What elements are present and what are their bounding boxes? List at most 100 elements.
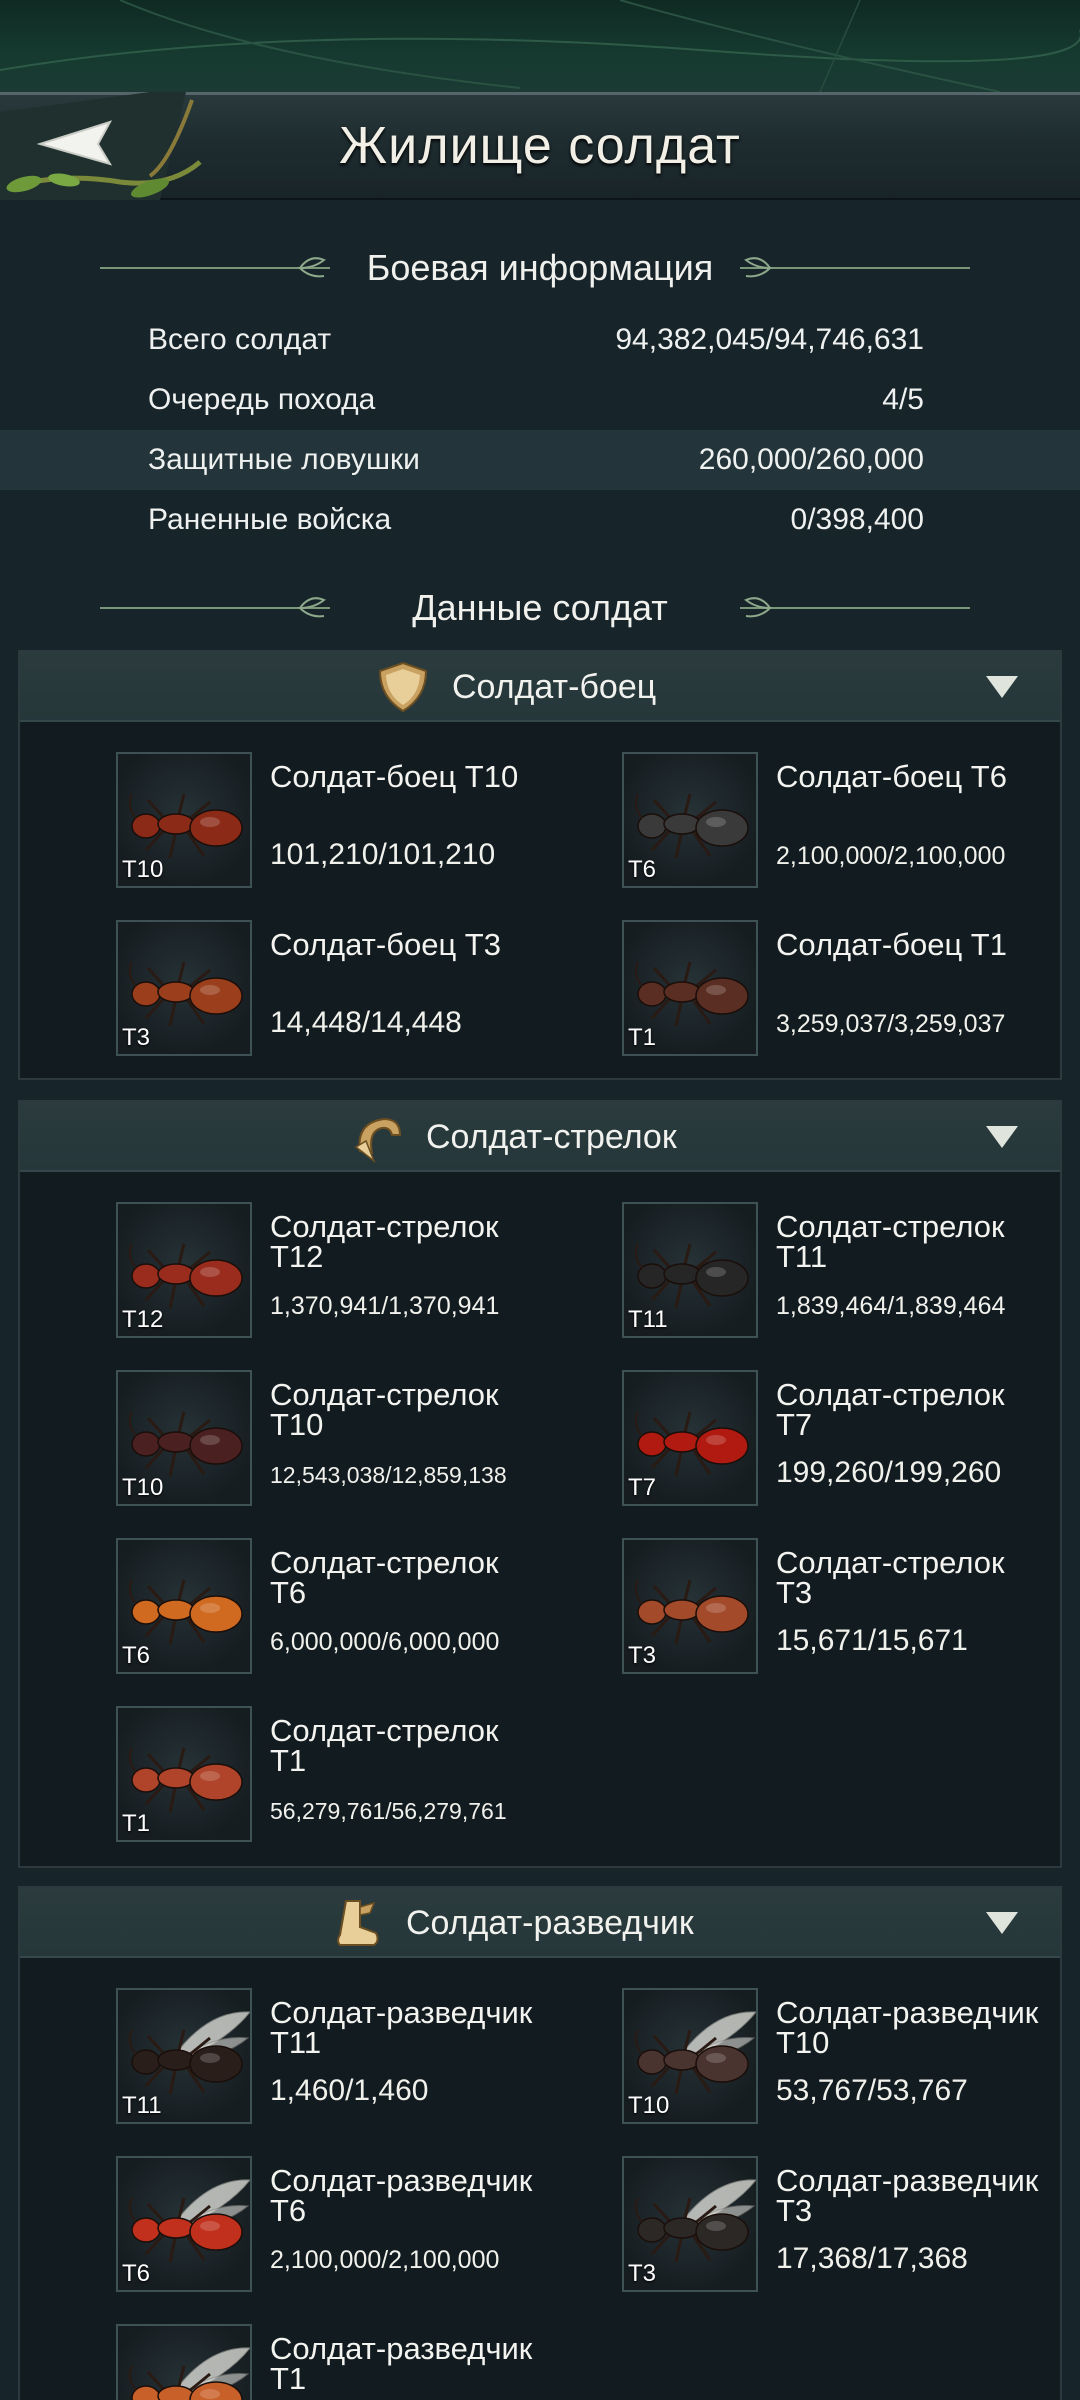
unit-count: 56,279,761/56,279,761 [270, 1798, 507, 1824]
unit-name: Солдат-стрелок Т1 [270, 1713, 499, 1778]
unit-card[interactable]: T3 Солдат-боец Т3 14,448/14,448 [20, 920, 526, 1060]
panel-shooter: Солдат-стрелок T12 Солдат-стрелок Т12 1,… [18, 1100, 1062, 1868]
unit-card[interactable]: T10 Солдат-разведчик Т10 53,767/53,767 [526, 1988, 1038, 2128]
unit-card[interactable]: T7 Солдат-стрелок Т7 199,260/199,260 [526, 1370, 1032, 1510]
chevron-down-icon[interactable] [986, 1126, 1018, 1148]
stat-value: 4/5 [882, 383, 924, 416]
panel-fighter: Солдат-боец T10 Солдат-боец Т10 101,210/… [18, 650, 1062, 1080]
unit-thumbnail: T3 [622, 1538, 758, 1674]
tier-badge: T1 [122, 1810, 151, 1837]
ornament-right-icon [740, 257, 970, 278]
unit-card[interactable]: T6 Солдат-стрелок Т6 6,000,000/6,000,000 [20, 1538, 526, 1678]
unit-card[interactable]: T1 Солдат-стрелок Т1 56,279,761/56,279,7… [20, 1706, 526, 1846]
unit-name: Солдат-разведчик Т11 [270, 1995, 533, 2060]
unit-thumbnail: T1 [116, 1706, 252, 1842]
unit-count: 3,259,037/3,259,037 [776, 1010, 1006, 1038]
unit-card[interactable]: T11 Солдат-разведчик Т11 1,460/1,460 [20, 1988, 532, 2128]
unit-card[interactable]: T3 Солдат-стрелок Т3 15,671/15,671 [526, 1538, 1032, 1678]
unit-thumbnail: T10 [116, 1370, 252, 1506]
unit-name: Солдат-разведчик Т3 [776, 2163, 1039, 2228]
stat-row-wounded: Раненные войска 0/398,400 [0, 490, 1080, 550]
unit-name: Солдат-боец Т3 [270, 927, 501, 962]
tier-badge: T6 [122, 2260, 151, 2287]
panel-title: Солдат-стрелок [426, 1118, 677, 1156]
unit-thumbnail: T6 [116, 1538, 252, 1674]
unit-thumbnail: T12 [116, 1202, 252, 1338]
unit-thumbnail: T11 [116, 1988, 252, 2124]
stat-row-total-soldiers: Всего солдат 94,382,045/94,746,631 [0, 310, 1080, 370]
shield-icon [378, 661, 428, 713]
unit-count: 6,000,000/6,000,000 [270, 1628, 500, 1656]
panel-header-shooter[interactable]: Солдат-стрелок [20, 1102, 1060, 1172]
unit-count: 15,671/15,671 [776, 1624, 968, 1657]
unit-name: Солдат-боец Т10 [270, 759, 519, 794]
tier-badge: T12 [122, 1306, 164, 1333]
panel-title: Солдат-боец [452, 668, 657, 706]
unit-count: 14,448/14,448 [270, 1006, 462, 1039]
unit-name: Солдат-стрелок Т12 [270, 1209, 499, 1274]
unit-thumbnail: T3 [116, 920, 252, 1056]
winged-ant-icon [128, 2347, 250, 2400]
unit-name: Солдат-боец Т1 [776, 927, 1007, 962]
unit-name: Солдат-стрелок Т10 [270, 1377, 499, 1442]
unit-card[interactable]: T6 Солдат-разведчик Т6 2,100,000/2,100,0… [20, 2156, 532, 2296]
panel-header-fighter[interactable]: Солдат-боец [20, 652, 1060, 722]
tier-badge: T11 [122, 2092, 162, 2119]
chevron-down-icon[interactable] [986, 1912, 1018, 1934]
unit-count: 53,767/53,767 [776, 2074, 968, 2107]
panel-header-scout[interactable]: Солдат-разведчик [20, 1888, 1060, 1958]
unit-thumbnail [116, 2324, 252, 2400]
unit-count: 1,460/1,460 [270, 2074, 429, 2107]
tier-badge: T6 [122, 1642, 151, 1669]
horn-icon [354, 1117, 402, 1163]
unit-card[interactable]: T1 Солдат-боец Т1 3,259,037/3,259,037 [526, 920, 1032, 1060]
stat-label: Очередь похода [148, 383, 376, 416]
tier-badge: T10 [122, 856, 164, 883]
stat-row-march-queue: Очередь похода 4/5 [0, 370, 1080, 430]
unit-count: 2,100,000/2,100,000 [776, 842, 1006, 870]
tier-badge: T6 [628, 856, 657, 883]
tier-badge: T3 [628, 2260, 657, 2287]
tier-badge: T10 [122, 1474, 164, 1501]
stat-value: 0/398,400 [790, 503, 924, 536]
unit-thumbnail: T6 [116, 2156, 252, 2292]
unit-count: 2,100,000/2,100,000 [270, 2246, 500, 2274]
unit-name: Солдат-стрелок Т7 [776, 1377, 1005, 1442]
unit-thumbnail: T10 [116, 752, 252, 888]
unit-card[interactable]: T11 Солдат-стрелок Т11 1,839,464/1,839,4… [526, 1202, 1032, 1342]
unit-thumbnail: T6 [622, 752, 758, 888]
leaf-vein-pattern [0, 0, 1080, 92]
boot-icon [337, 1900, 379, 1946]
unit-name: Солдат-стрелок Т6 [270, 1545, 499, 1610]
unit-thumbnail: T11 [622, 1202, 758, 1338]
top-decor-band [0, 0, 1080, 92]
stat-label: Раненные войска [148, 503, 392, 536]
stat-value: 94,382,045/94,746,631 [615, 323, 924, 356]
tier-badge: T7 [628, 1474, 657, 1501]
unit-count: 12,543,038/12,859,138 [270, 1462, 507, 1488]
chevron-down-icon[interactable] [986, 676, 1018, 698]
unit-card[interactable]: Солдат-разведчик Т1 [20, 2324, 532, 2400]
unit-card[interactable]: T6 Солдат-боец Т6 2,100,000/2,100,000 [526, 752, 1032, 892]
unit-count: 101,210/101,210 [270, 838, 496, 871]
ornament-right-icon [740, 597, 970, 618]
unit-name: Солдат-стрелок Т3 [776, 1545, 1005, 1610]
tier-badge: T3 [628, 1642, 657, 1669]
stat-label: Защитные ловушки [148, 443, 420, 476]
soldier-data-heading: Данные солдат [0, 578, 1080, 638]
stat-label: Всего солдат [148, 323, 332, 356]
unit-card[interactable]: T10 Солдат-стрелок Т10 12,543,038/12,859… [20, 1370, 526, 1510]
tier-badge: T11 [628, 1306, 668, 1333]
unit-name: Солдат-стрелок Т11 [776, 1209, 1005, 1274]
page-title: Жилище солдат [339, 117, 741, 175]
unit-thumbnail: T10 [622, 1988, 758, 2124]
unit-name: Солдат-разведчик Т1 [270, 2331, 533, 2396]
soldier-data-title: Данные солдат [412, 587, 668, 628]
stat-value: 260,000/260,000 [698, 443, 924, 476]
unit-name: Солдат-боец Т6 [776, 759, 1007, 794]
unit-card[interactable]: T12 Солдат-стрелок Т12 1,370,941/1,370,9… [20, 1202, 526, 1342]
unit-thumbnail: T7 [622, 1370, 758, 1506]
unit-card[interactable]: T10 Солдат-боец Т10 101,210/101,210 [20, 752, 526, 892]
unit-card[interactable]: T3 Солдат-разведчик Т3 17,368/17,368 [526, 2156, 1038, 2296]
unit-count: 1,839,464/1,839,464 [776, 1292, 1006, 1320]
